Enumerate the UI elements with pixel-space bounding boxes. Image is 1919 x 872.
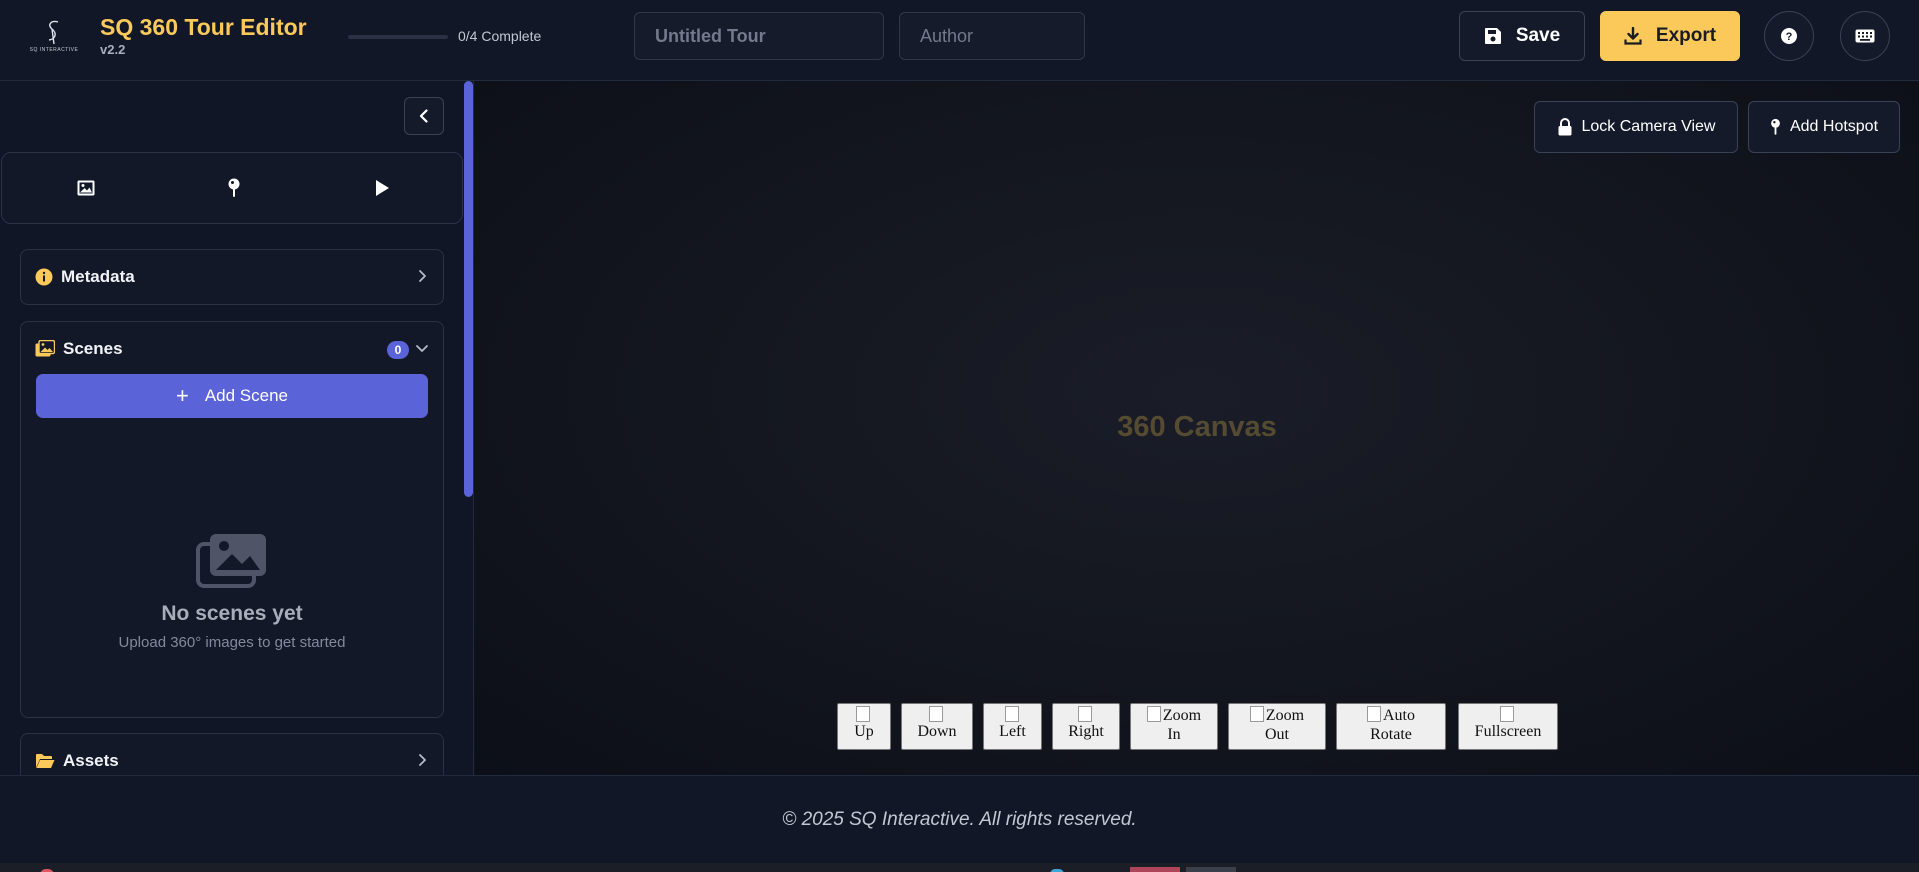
map-pin-icon [1771,118,1780,135]
header: SQ INTERACTIVE SQ 360 Tour Editor v2.2 0… [0,0,1919,81]
viewer-canvas[interactable]: 360 Canvas Lock Camera View Add Hotspot … [475,81,1919,775]
tab-images[interactable] [12,153,160,223]
pan-right-button[interactable]: Right [1052,703,1120,750]
taskbar-app-icon[interactable] [1130,867,1180,872]
collapse-sidebar-button[interactable] [404,97,444,135]
scenes-empty-state: No scenes yet Upload 360° images to get … [21,532,443,651]
broken-image-icon [1004,706,1019,722]
tab-hotspots[interactable] [160,153,308,223]
zoom-out-button[interactable]: Zoom Out [1228,703,1326,750]
add-scene-label: Add Scene [204,386,289,405]
add-scene-button[interactable]: + Add Scene [36,374,428,418]
pan-left-button[interactable]: Left [983,703,1042,750]
progress-label: 0/4 Complete [458,28,542,44]
save-button[interactable]: Save [1459,11,1585,61]
logo-mark-icon [48,20,59,44]
chevron-left-icon [419,109,428,123]
scene-count-badge: 0 [387,341,409,359]
lock-camera-view-label: Lock Camera View [1581,118,1716,135]
folder-open-icon [36,754,55,768]
map-pin-icon [228,178,240,197]
scenes-panel-header[interactable]: Scenes 0 [21,322,443,376]
pan-down-button[interactable]: Down [901,703,973,750]
author-input[interactable] [899,12,1085,60]
progress-bar [348,35,448,39]
assets-panel-header[interactable]: Assets [21,734,443,775]
metadata-title: Metadata [61,267,135,286]
keyboard-icon [1855,29,1875,43]
empty-state-subtitle: Upload 360° images to get started [118,634,346,651]
assets-title: Assets [63,751,119,770]
sidebar-tabs [1,152,463,224]
help-button[interactable]: ? [1764,11,1814,61]
zoom-in-button[interactable]: Zoom In [1130,703,1218,750]
logo: SQ INTERACTIVE [28,14,80,56]
images-icon [35,340,55,357]
export-button-label: Export [1655,25,1717,46]
plus-icon: + [175,383,189,408]
save-button-label: Save [1515,25,1561,46]
auto-rotate-button[interactable]: Auto Rotate [1336,703,1446,750]
scenes-title: Scenes [63,339,123,358]
scenes-panel: Scenes 0 + Add Scene No scenes yet Uploa… [20,321,444,718]
play-icon [376,180,389,196]
taskbar-app-icon[interactable] [1186,867,1236,872]
broken-image-icon [1367,706,1381,722]
canvas-placeholder-label: 360 Canvas [1117,411,1277,443]
footer: © 2025 SQ Interactive. All rights reserv… [0,775,1919,863]
chevron-right-icon [419,270,426,282]
fullscreen-button[interactable]: Fullscreen [1458,703,1558,750]
broken-image-icon [1500,706,1514,722]
lock-camera-view-button[interactable]: Lock Camera View [1534,101,1738,153]
broken-image-icon [929,706,943,722]
broken-image-icon [1146,706,1161,722]
chevron-down-icon [416,345,428,352]
metadata-panel-header[interactable]: Metadata [21,250,443,304]
svg-text:?: ? [1786,31,1793,43]
info-icon [35,268,53,286]
sidebar-scrollbar[interactable] [464,81,473,497]
add-hotspot-label: Add Hotspot [1789,118,1879,135]
keyboard-shortcuts-button[interactable] [1840,11,1890,61]
export-button[interactable]: Export [1600,11,1740,61]
floppy-disk-icon [1484,28,1501,44]
app-version: v2.2 [100,42,126,57]
tour-title-input[interactable] [634,12,884,60]
lock-icon [1558,118,1571,136]
assets-panel: Assets [20,733,444,775]
tab-preview[interactable] [308,153,456,223]
images-icon [196,534,266,588]
app-root: SQ INTERACTIVE SQ 360 Tour Editor v2.2 0… [0,0,1919,872]
question-circle-icon: ? [1781,28,1797,44]
add-hotspot-button[interactable]: Add Hotspot [1748,101,1900,153]
broken-image-icon [856,706,870,722]
chevron-right-icon [419,754,426,766]
broken-image-icon [1078,706,1092,722]
image-icon [77,180,95,196]
logo-text: SQ INTERACTIVE [29,46,79,53]
broken-image-icon [1249,706,1264,722]
os-taskbar [0,863,1919,872]
pan-up-button[interactable]: Up [837,703,891,750]
copyright-text: © 2025 SQ Interactive. All rights reserv… [782,808,1137,830]
sidebar: Metadata Scenes 0 + Add Scene No scenes … [0,81,474,775]
metadata-panel: Metadata [20,249,444,305]
download-icon [1624,27,1642,45]
empty-state-title: No scenes yet [161,602,303,625]
app-title: SQ 360 Tour Editor [100,14,307,40]
